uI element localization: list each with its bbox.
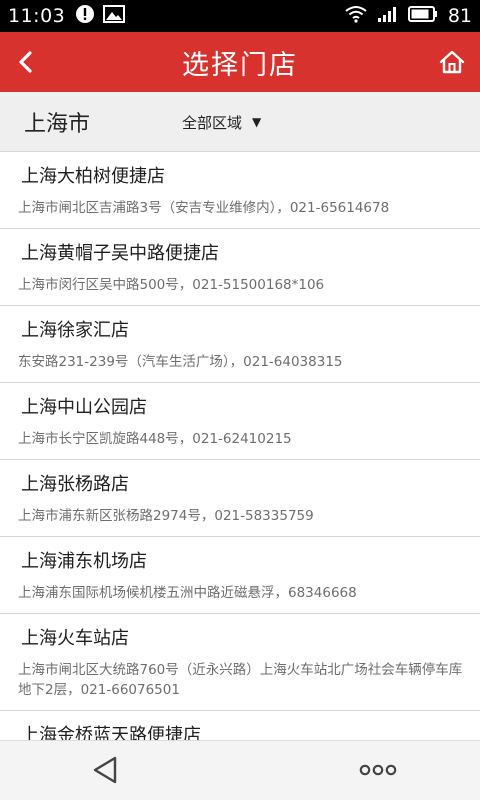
store-address: 上海市闸北区大统路760号（近永兴路）上海火车站北广场社会车辆停车库地下2层，0… [18,662,463,698]
city-selector[interactable]: 上海市 [24,92,90,152]
store-list-item[interactable]: 上海徐家汇店 东安路231-239号（汽车生活广场），021-64038315 [0,306,480,383]
store-list-item[interactable]: 上海黄帽子吴中路便捷店 上海市闵行区吴中路500号，021-51500168*1… [0,229,480,306]
store-address: 上海市闵行区吴中路500号，021-51500168*106 [18,277,325,293]
store-name: 上海徐家汇店 [21,320,129,341]
battery-icon [407,5,438,27]
image-icon [103,5,126,27]
battery-level-text: 81 [447,5,472,27]
signal-icon [376,5,400,27]
chevron-left-icon [19,51,32,73]
back-button[interactable] [10,46,42,78]
wifi-icon [344,5,368,27]
store-list-item[interactable]: 上海浦东机场店 上海浦东国际机场候机楼五洲中路近磁悬浮，68346668 [0,537,480,614]
store-name: 上海大柏树便捷店 [21,166,165,187]
store-name: 上海黄帽子吴中路便捷店 [21,243,219,264]
store-address: 上海市长宁区凯旋路448号，021-62410215 [18,431,292,447]
store-list-item[interactable]: 上海大柏树便捷店 上海市闸北区吉浦路3号（安吉专业维修内），021-656146… [0,152,480,229]
store-name: 上海张杨路店 [21,474,129,495]
store-name: 上海火车站店 [21,628,129,649]
store-address: 东安路231-239号（汽车生活广场），021-64038315 [18,354,343,370]
store-list[interactable]: 上海大柏树便捷店 上海市闸北区吉浦路3号（安吉专业维修内），021-656146… [0,152,480,740]
triangle-back-icon [93,756,117,784]
home-icon [439,50,465,74]
region-dropdown-label: 全部区域 [182,113,243,132]
store-name: 上海金桥蓝天路便捷店 [21,725,201,740]
store-list-item[interactable]: 上海中山公园店 上海市长宁区凯旋路448号，021-62410215 [0,383,480,460]
filter-bar: 上海市 全部区域 ▼ [0,92,480,152]
store-list-item[interactable]: 上海金桥蓝天路便捷店 [0,711,480,740]
store-name: 上海浦东机场店 [21,551,147,572]
store-address: 上海市浦东新区张杨路2974号，021-58335759 [18,508,314,524]
status-time: 11:03 [8,5,66,27]
alert-circle-icon [75,4,95,28]
store-list-item[interactable]: 上海张杨路店 上海市浦东新区张杨路2974号，021-58335759 [0,460,480,537]
page-title: 选择门店 [182,49,298,81]
status-bar: 11:03 81 [0,0,480,32]
title-bar: 选择门店 [0,32,480,92]
nav-back-button[interactable] [88,753,122,787]
store-list-item[interactable]: 上海火车站店 上海市闸北区大统路760号（近永兴路）上海火车站北广场社会车辆停车… [0,614,480,711]
store-address: 上海市闸北区吉浦路3号（安吉专业维修内），021-65614678 [18,200,390,216]
navigation-bar [0,740,480,800]
status-notification-icons [75,4,126,28]
region-dropdown[interactable]: 全部区域 ▼ [182,106,261,138]
nav-more-button[interactable] [356,753,400,787]
screen: 11:03 81 选择门店 上海市 全部区域 ▼ 上海大柏树便捷店 上海市闸北区… [0,0,480,800]
store-address: 上海浦东国际机场候机楼五洲中路近磁悬浮，68346668 [18,585,357,601]
caret-down-icon: ▼ [252,115,262,129]
status-system-icons: 81 [344,5,472,27]
more-dots-icon [359,764,397,776]
home-button[interactable] [436,46,468,78]
store-name: 上海中山公园店 [21,397,147,418]
